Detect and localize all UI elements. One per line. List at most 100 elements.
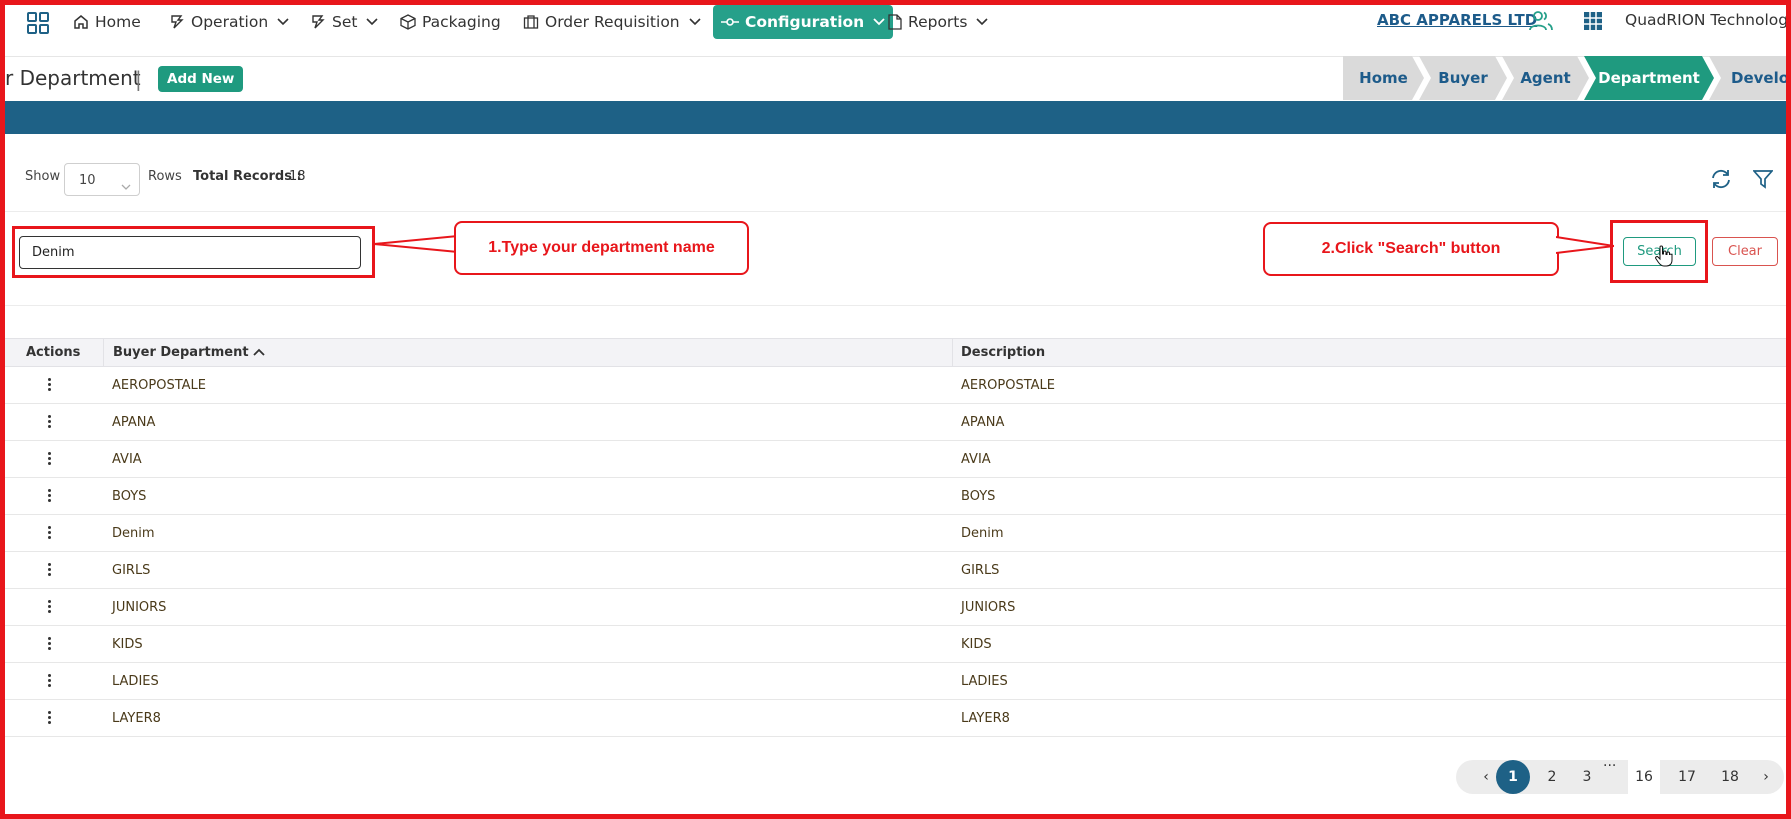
- refresh-icon[interactable]: [1710, 169, 1732, 193]
- nav-operation-label: Operation: [191, 13, 269, 31]
- row-actions-kebab-icon[interactable]: [46, 489, 52, 505]
- hand-pointer-icon: [1655, 245, 1673, 271]
- table-row: JUNIORS JUNIORS: [5, 589, 1786, 626]
- chevron-down-icon: [277, 18, 289, 26]
- add-new-button[interactable]: Add New: [158, 66, 244, 92]
- breadcrumb-develop[interactable]: Develo: [1709, 56, 1786, 100]
- home-icon: [73, 14, 89, 30]
- table-row: APANA APANA: [5, 404, 1786, 441]
- title-separator: |: [135, 67, 142, 91]
- clear-button[interactable]: Clear: [1712, 237, 1778, 266]
- cell-description: AVIA: [961, 452, 991, 467]
- cell-buyer-department: AVIA: [112, 452, 142, 467]
- row-actions-kebab-icon[interactable]: [46, 637, 52, 653]
- nav-packaging[interactable]: Packaging: [400, 9, 501, 35]
- header-actions: Actions: [26, 345, 81, 360]
- header-buyer-department-label: Buyer Department: [113, 345, 249, 360]
- department-search-input[interactable]: [19, 236, 361, 269]
- nav-home[interactable]: Home: [73, 9, 141, 35]
- cell-description: JUNIORS: [961, 600, 1016, 615]
- prev-page-button[interactable]: ‹: [1474, 760, 1498, 794]
- toolbar-divider: [5, 211, 1786, 212]
- cell-buyer-department: BOYS: [112, 489, 147, 504]
- cell-description: LAYER8: [961, 711, 1010, 726]
- org-grid-icon[interactable]: [1583, 11, 1603, 35]
- row-actions-kebab-icon[interactable]: [46, 526, 52, 542]
- header-buyer-department[interactable]: Buyer Department: [113, 345, 265, 360]
- breadcrumb-agent[interactable]: Agent: [1502, 56, 1589, 100]
- page-18-button[interactable]: 18: [1714, 760, 1746, 794]
- cell-buyer-department: LADIES: [112, 674, 159, 689]
- cell-description: GIRLS: [961, 563, 1000, 578]
- row-actions-kebab-icon[interactable]: [46, 563, 52, 579]
- nav-reports-label: Reports: [908, 13, 968, 31]
- rows-label: Rows: [148, 169, 182, 184]
- nav-order-requisition-label: Order Requisition: [545, 13, 680, 31]
- annotation-step-2: 2.Click "Search" button: [1263, 222, 1559, 276]
- table-row: AVIA AVIA: [5, 441, 1786, 478]
- rows-per-page-value: 10: [79, 173, 96, 188]
- row-actions-kebab-icon[interactable]: [46, 378, 52, 394]
- page-1-button[interactable]: 1: [1496, 760, 1530, 794]
- total-records-label: Total Records :: [193, 169, 302, 184]
- breadcrumb: Home Buyer Agent Department Develo: [1343, 56, 1786, 100]
- page-16-button[interactable]: 16: [1628, 760, 1660, 794]
- annotation-pointer-1: [374, 235, 458, 253]
- nav-home-label: Home: [95, 13, 141, 31]
- sort-ascending-icon[interactable]: [252, 345, 265, 360]
- page-ellipsis: ...: [1603, 754, 1617, 770]
- row-actions-kebab-icon[interactable]: [46, 711, 52, 727]
- apps-grid-icon[interactable]: [26, 11, 50, 39]
- row-actions-kebab-icon[interactable]: [46, 415, 52, 431]
- annotation-pointer-2: [1556, 236, 1614, 254]
- cell-description: Denim: [961, 526, 1004, 541]
- header-band: [5, 101, 1786, 134]
- page-3-button[interactable]: 3: [1575, 760, 1599, 794]
- operation-icon: [169, 14, 185, 30]
- breadcrumb-home[interactable]: Home: [1343, 56, 1424, 100]
- page-title: r Department: [5, 66, 141, 90]
- nav-packaging-label: Packaging: [422, 13, 501, 31]
- cell-description: LADIES: [961, 674, 1008, 689]
- breadcrumb-department[interactable]: Department: [1584, 56, 1714, 100]
- header-description[interactable]: Description: [961, 345, 1045, 360]
- nav-reports[interactable]: Reports: [888, 9, 989, 35]
- cell-buyer-department: APANA: [112, 415, 156, 430]
- cell-description: KIDS: [961, 637, 992, 652]
- table-header: Actions Buyer Department Description: [5, 338, 1786, 367]
- table-row: LAYER8 LAYER8: [5, 700, 1786, 737]
- nav-configuration-label: Configuration: [745, 13, 865, 31]
- nav-order-requisition[interactable]: Order Requisition: [523, 9, 701, 35]
- page-17-button[interactable]: 17: [1671, 760, 1703, 794]
- requisition-icon: [523, 14, 539, 30]
- rows-per-page-select[interactable]: 10: [64, 163, 140, 196]
- cell-buyer-department: AEROPOSTALE: [112, 378, 206, 393]
- users-icon[interactable]: [1529, 10, 1553, 36]
- nav-operation[interactable]: Operation: [169, 9, 289, 35]
- table-row: GIRLS GIRLS: [5, 552, 1786, 589]
- top-navigation: Home Operation Set Packaging Order Requi…: [0, 0, 1791, 44]
- breadcrumb-buyer[interactable]: Buyer: [1419, 56, 1507, 100]
- nav-configuration[interactable]: Configuration: [713, 5, 894, 39]
- cell-description: BOYS: [961, 489, 996, 504]
- show-label: Show: [25, 169, 61, 184]
- total-records-value: 18: [289, 169, 306, 184]
- cell-buyer-department: Denim: [112, 526, 155, 541]
- report-icon: [888, 14, 902, 30]
- filter-icon[interactable]: [1752, 169, 1774, 193]
- set-icon: [310, 14, 326, 30]
- chevron-down-icon: [873, 18, 885, 26]
- nav-set-label: Set: [332, 13, 358, 31]
- page-2-button[interactable]: 2: [1540, 760, 1564, 794]
- row-actions-kebab-icon[interactable]: [46, 674, 52, 690]
- row-actions-kebab-icon[interactable]: [46, 600, 52, 616]
- company-link[interactable]: ABC APPARELS LTD: [1377, 11, 1537, 29]
- chevron-down-icon: [689, 18, 701, 26]
- next-page-button[interactable]: ›: [1754, 760, 1778, 794]
- package-icon: [400, 14, 416, 30]
- nav-set[interactable]: Set: [310, 9, 379, 35]
- table-row: BOYS BOYS: [5, 478, 1786, 515]
- configuration-icon: [721, 17, 739, 27]
- row-actions-kebab-icon[interactable]: [46, 452, 52, 468]
- cell-buyer-department: GIRLS: [112, 563, 151, 578]
